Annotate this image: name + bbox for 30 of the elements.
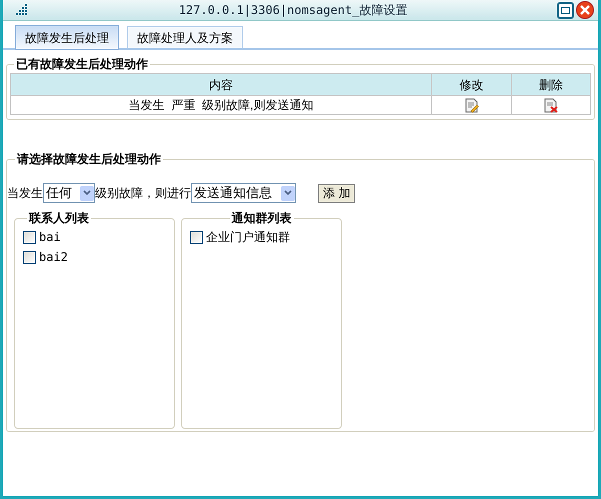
checkbox[interactable] [190,230,203,244]
dropdown-icon [281,186,295,200]
checkbox-label: bai2 [39,249,68,266]
column-header: 删除 [512,74,590,96]
checkbox[interactable] [23,250,36,264]
column-header: 内容 [10,74,432,96]
grip-icon [13,4,29,16]
condition-label: 级别故障，则进行 [95,185,191,202]
checkbox[interactable] [23,230,36,244]
checkbox-label: bai [39,229,61,246]
list-heading: 联系人列表 [28,210,90,227]
add-button[interactable]: 添 加 [318,184,356,202]
tab[interactable]: 故障发生后处理 [15,25,119,50]
maximize-button[interactable] [557,2,574,18]
section-heading: 请选择故障发生后处理动作 [16,151,162,168]
dropdown-icon [80,186,94,200]
column-header: 修改 [432,74,512,96]
level-select[interactable]: 任何 [43,183,95,203]
delete-document-icon[interactable] [544,98,558,114]
action-select[interactable]: 发送通知信息 [191,183,296,203]
table-cell: 当发生 严重 级别故障,则发送通知 [10,96,432,114]
checkbox-label: 企业门户通知群 [206,229,290,246]
section-heading: 已有故障发生后处理动作 [15,56,149,73]
window-title: 127.0.0.1|3306|nomsagent_故障设置 [178,2,408,19]
close-button[interactable] [576,1,594,19]
list-heading: 通知群列表 [230,210,292,227]
condition-label: 当发生 [7,185,43,202]
edit-document-icon[interactable] [464,98,478,114]
close-icon [580,5,590,15]
tab[interactable]: 故障处理人及方案 [127,26,243,48]
